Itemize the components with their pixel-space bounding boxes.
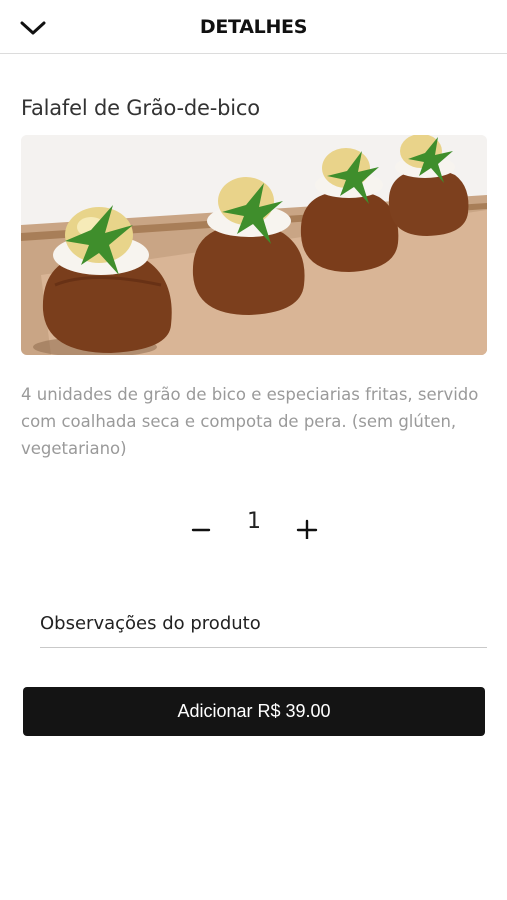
product-photo	[21, 135, 487, 355]
add-to-cart-label: Adicionar R$ 39.00	[177, 701, 331, 721]
page-title: DETALHES	[199, 16, 308, 38]
decrease-quantity-button[interactable]	[184, 511, 218, 545]
increase-quantity-button[interactable]	[290, 511, 324, 545]
top-bar: DETALHES	[0, 0, 507, 54]
minus-icon	[191, 528, 211, 532]
product-description: 4 unidades de grão de bico e especiarias…	[21, 385, 479, 458]
product-notes-input[interactable]	[40, 600, 487, 648]
product-name: Falafel de Grão-de-bico	[21, 96, 260, 120]
quantity-stepper: 1	[0, 505, 507, 555]
add-to-cart-button[interactable]: Adicionar R$ 39.00	[23, 687, 485, 736]
quantity-value: 1	[247, 509, 261, 534]
plus-icon	[296, 519, 318, 539]
